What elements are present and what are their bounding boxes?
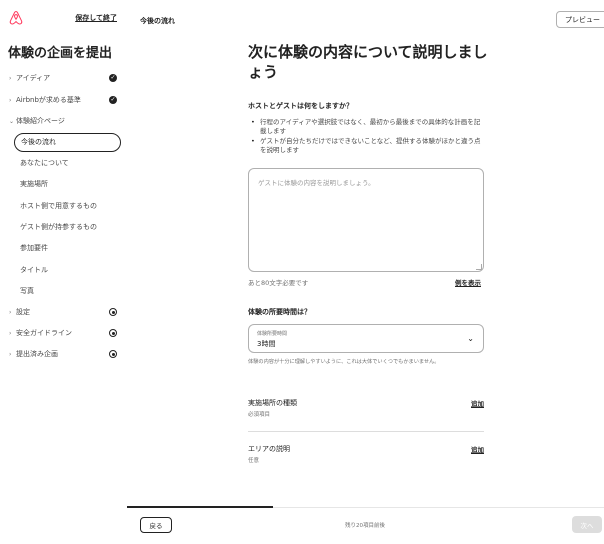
chevron-right-icon: › [9,350,12,358]
sidebar-item-requirements[interactable]: 参加要件 [20,243,48,253]
duration-select-value: 3時間 [257,340,276,348]
airbnb-logo-icon[interactable] [8,10,24,26]
chevron-right-icon: › [9,96,12,104]
area-description-meta: 任意 [248,458,260,464]
sidebar: 保存して終了 体験の企画を提出 › アイディア ✓ › Airbnbが求める基準… [0,0,127,544]
check-circle-icon: ✓ [109,74,117,82]
location-type-meta: 必須項目 [248,412,271,418]
preview-button[interactable]: プレビュー [556,11,604,28]
page-title: 次に体験の内容について説明しましょう [248,43,488,81]
experience-description-input[interactable] [248,168,484,272]
progress-bar [127,506,273,508]
sidebar-item-photos[interactable]: 写真 [20,286,34,296]
lock-circle-icon [109,329,117,337]
duration-select-label: 体験所要時間 [257,331,288,337]
duration-note: 体験の内容が十分に理解しやすいように、これは大体でいくつでもかまいません。 [248,359,440,365]
question-duration: 体験の所要時間は？ [248,308,311,316]
sidebar-title: 体験の企画を提出 [8,46,113,61]
sidebar-item-title[interactable]: タイトル [20,265,48,275]
remaining-steps: 残り20項目前後 [345,523,385,529]
location-type-row: 実施場所の種類 必須項目 追加 [248,398,484,418]
area-description-row: エリアの説明 任意 追加 [248,444,484,464]
chevron-down-icon: ⌄ [467,334,474,343]
sidebar-section-submitted[interactable]: › 提出済み企画 [9,349,117,359]
area-description-title: エリアの説明 [248,445,290,453]
chevron-down-icon: ⌄ [9,117,15,125]
chevron-right-icon: › [9,74,12,82]
sidebar-section-standards[interactable]: › Airbnbが求める基準 ✓ [9,95,117,105]
sidebar-item-about-you[interactable]: あなたについて [20,158,69,168]
sidebar-section-settings[interactable]: › 設定 [9,307,117,317]
location-type-title: 実施場所の種類 [248,399,297,407]
save-and-exit-link[interactable]: 保存して終了 [75,13,117,23]
chevron-right-icon: › [9,308,12,316]
chevron-right-icon: › [9,329,12,337]
add-location-type-link[interactable]: 追加 [471,398,484,408]
sidebar-item-location[interactable]: 実施場所 [20,179,48,189]
show-example-link[interactable]: 例を表示 [455,277,481,287]
character-count: あと80文字必要です [248,279,309,287]
divider [248,431,484,432]
sidebar-item-guest-brings[interactable]: ゲスト側が持参するもの [20,222,97,232]
duration-select[interactable]: 体験所要時間 3時間 ⌄ [248,324,484,353]
breadcrumb: 今後の流れ [140,17,175,25]
sidebar-section-idea[interactable]: › アイディア ✓ [9,73,117,83]
sidebar-item-host-provides[interactable]: ホスト側で用意するもの [20,201,97,211]
sidebar-section-experience-page[interactable]: ⌄ 体験紹介ページ [9,116,117,126]
sidebar-section-safety[interactable]: › 安全ガイドライン [9,328,117,338]
resize-handle-icon[interactable] [476,264,482,270]
lock-circle-icon [109,308,117,316]
guideline-item: ゲストが自分たちだけではできないことなど、提供する体験がほかと違う点を説明します [250,137,486,155]
guideline-list: 行程のアイディアや選択肢ではなく、最初から最後までの具体的な計画を記載します ゲ… [250,118,486,156]
back-button[interactable]: 戻る [140,517,172,533]
guideline-item: 行程のアイディアや選択肢ではなく、最初から最後までの具体的な計画を記載します [250,118,486,136]
sidebar-item-next-steps[interactable]: 今後の流れ [14,133,121,152]
lock-circle-icon [109,350,117,358]
add-area-description-link[interactable]: 追加 [471,444,484,454]
check-circle-icon: ✓ [109,96,117,104]
next-button[interactable]: 次へ [572,516,602,533]
question-activities: ホストとゲストは何をしますか？ [248,102,353,110]
